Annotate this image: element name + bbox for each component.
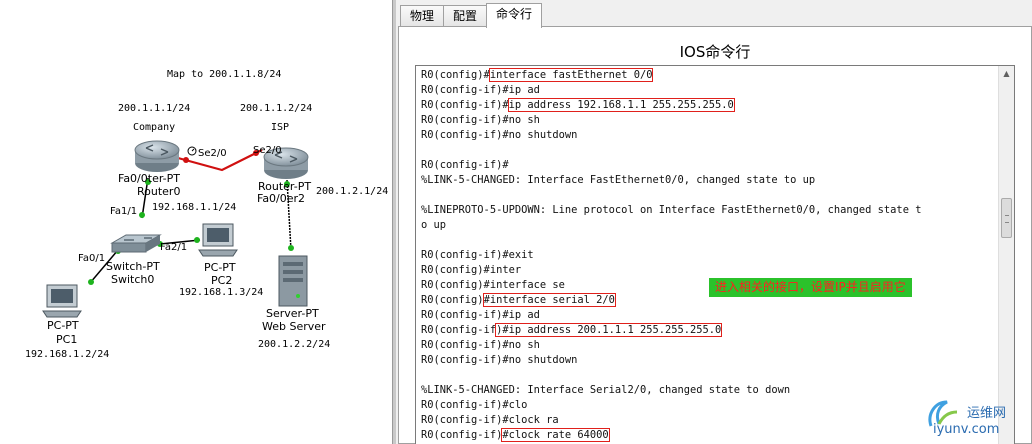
serial-left-label: Se2/0 — [198, 148, 227, 159]
console-line: R0(config-if)#clock rate 64000 — [421, 428, 993, 443]
console-line: %LINK-5-CHANGED: Interface FastEthernet0… — [421, 173, 993, 188]
console-line-text: R0(config)#interface se — [421, 279, 565, 291]
console-line-text: R0(config-if — [421, 324, 497, 336]
console-highlighted-command: )#ip address 200.1.1.1 255.255.255.0 — [495, 323, 723, 337]
ios-console[interactable]: R0(config)#interface fastEthernet 0/0 R0(… — [415, 65, 1015, 444]
pc2-icon[interactable] — [198, 223, 238, 257]
console-line-text: R0(config-if)#no shutdown — [421, 354, 578, 366]
console-line-text: R0(config-if)#no sh — [421, 339, 540, 351]
annotation-note: 进入相关的接口，设置IP并且启用它 — [709, 278, 912, 297]
console-line-text: o up — [421, 219, 447, 231]
router0-icon[interactable] — [134, 140, 180, 172]
router2-right-ip-label: 200.1.2.1/24 — [316, 186, 389, 197]
console-line-text: R0(config-if)# — [421, 99, 509, 111]
server-type-label: Server-PT — [266, 307, 319, 320]
router2-type-label: Router-PT — [258, 180, 312, 193]
fa11-label: Fa1/1 — [110, 206, 138, 217]
pc2-name-label: PC2 — [211, 274, 233, 287]
console-line: %LINEPROTO-5-UPDOWN: Line protocol on In… — [421, 203, 993, 218]
pc1-name-label: PC1 — [56, 333, 78, 346]
console-scrollbar[interactable]: ▲ — [998, 66, 1014, 444]
console-line-text: R0(config-if)#no sh — [421, 114, 540, 126]
ios-cli-title: IOS命令行 — [679, 43, 751, 61]
console-line: R0(config-if)# — [421, 158, 993, 173]
console-highlighted-command: #clock rate 64000 — [501, 428, 610, 442]
switch0-icon[interactable] — [110, 234, 162, 253]
console-line: R0(config-if)#ip address 200.1.1.1 255.2… — [421, 323, 993, 338]
company-ip-label: 200.1.1.1/24 — [118, 103, 191, 114]
console-highlighted-command: #interface serial 2/0 — [482, 293, 616, 307]
topology-links — [42, 140, 309, 318]
console-line-text: %LINK-5-CHANGED: Interface Serial2/0, ch… — [421, 384, 791, 396]
console-line: R0(config-if)#clo — [421, 398, 993, 413]
console-line-text: %LINEPROTO-5-UPDOWN: Line protocol on In… — [421, 204, 922, 216]
console-output: R0(config)#interface fastEthernet 0/0 R0(… — [421, 68, 993, 443]
pc1-ip-label: 192.168.1.2/24 — [25, 349, 110, 360]
console-highlighted-command: interface fastEthernet 0/0 — [488, 68, 654, 82]
scroll-up-arrow-icon[interactable]: ▲ — [999, 66, 1014, 82]
server-name-label: Web Server — [262, 320, 326, 333]
console-line: R0(config-if)#no shutdown — [421, 353, 993, 368]
console-highlighted-command: ip address 192.168.1.1 255.255.255.0 — [507, 98, 735, 112]
console-line: o up — [421, 218, 993, 233]
console-line: R0(config-if)#exit — [421, 248, 993, 263]
console-line: R0(config-if)#no shutdown — [421, 128, 993, 143]
console-line-text: %LINK-5-CHANGED: Interface FastEthernet0… — [421, 174, 816, 186]
watermark: 运维网 iyunv.com — [915, 394, 1032, 444]
tab-bar: 物理 配置 命令行 — [400, 3, 543, 28]
router0-name-label: Router0 — [137, 185, 181, 198]
router0-port-label: Fa0/0ter-PT — [118, 172, 180, 185]
scrollbar-thumb[interactable] — [1001, 198, 1012, 238]
console-line-text: R0(config-if)#no shutdown — [421, 129, 578, 141]
isp-name-label: ISP — [271, 122, 290, 133]
isp-ip-label: 200.1.1.2/24 — [240, 103, 313, 114]
console-line-text: R0(config-if)# — [421, 159, 509, 171]
tab-cli[interactable]: 命令行 — [486, 3, 543, 28]
company-name-label: Company — [133, 122, 176, 133]
router2-port-label: Fa0/0er2 — [257, 192, 306, 205]
watermark-url-text: iyunv.com — [933, 422, 1000, 437]
router0-lan-ip-label: 192.168.1.1/24 — [152, 202, 237, 213]
device-window: 物理 配置 命令行 IOS命令行 R0(config)#interface fa… — [396, 0, 1032, 444]
console-line: R0(config-if)#ip ad — [421, 83, 993, 98]
console-line: R0(config-if)#ip ad — [421, 308, 993, 323]
web-server-icon[interactable] — [278, 255, 308, 307]
console-line-text: R0(config)#inter — [421, 264, 522, 276]
tab-config[interactable]: 配置 — [443, 5, 488, 27]
pc1-icon[interactable] — [42, 284, 82, 318]
fa01-label: Fa0/1 — [78, 253, 106, 264]
pc2-type-label: PC-PT — [204, 261, 236, 274]
switch-type-label: Switch-PT — [106, 260, 160, 273]
cli-tab-content: IOS命令行 R0(config)#interface fastEthernet… — [398, 26, 1032, 444]
topology-canvas[interactable]: Map to 200.1.1.8/24 200.1.1.1/24 200.1.1… — [0, 0, 392, 444]
watermark-cn-text: 运维网 — [967, 406, 1007, 421]
console-line: %LINK-5-CHANGED: Interface Serial2/0, ch… — [421, 383, 993, 398]
switch-name-label: Switch0 — [111, 273, 155, 286]
console-line: R0(config)#interface fastEthernet 0/0 — [421, 68, 993, 83]
console-line: R0(config-if)#ip address 192.168.1.1 255… — [421, 98, 993, 113]
pc1-type-label: PC-PT — [47, 319, 79, 332]
console-line-text: R0(config-if)#clock ra — [421, 414, 559, 426]
console-line: R0(config-if)#no sh — [421, 113, 993, 128]
console-line-text: R0(config-if)#exit — [421, 249, 534, 261]
fa21-label: Fa2/1 — [160, 242, 188, 253]
console-line-text: R0(config) — [421, 294, 484, 306]
console-line: R0(config-if)#clock ra — [421, 413, 993, 428]
map-note-label: Map to 200.1.1.8/24 — [167, 69, 282, 80]
server-ip-label: 200.1.2.2/24 — [258, 339, 331, 350]
console-line-text: R0(config)# — [421, 69, 490, 81]
console-line: R0(config-if)#no sh — [421, 338, 993, 353]
pc2-ip-label: 192.168.1.3/24 — [179, 287, 264, 298]
tab-physical[interactable]: 物理 — [400, 5, 445, 27]
console-line-text: R0(config-if)#clo — [421, 399, 528, 411]
console-line-text: R0(config-if)#ip ad — [421, 309, 540, 321]
console-line: R0(config)#inter — [421, 263, 993, 278]
console-line-text: R0(config-if) — [421, 429, 503, 441]
console-line-text: R0(config-if)#ip ad — [421, 84, 540, 96]
serial-right-label: Se2/0 — [253, 145, 282, 156]
